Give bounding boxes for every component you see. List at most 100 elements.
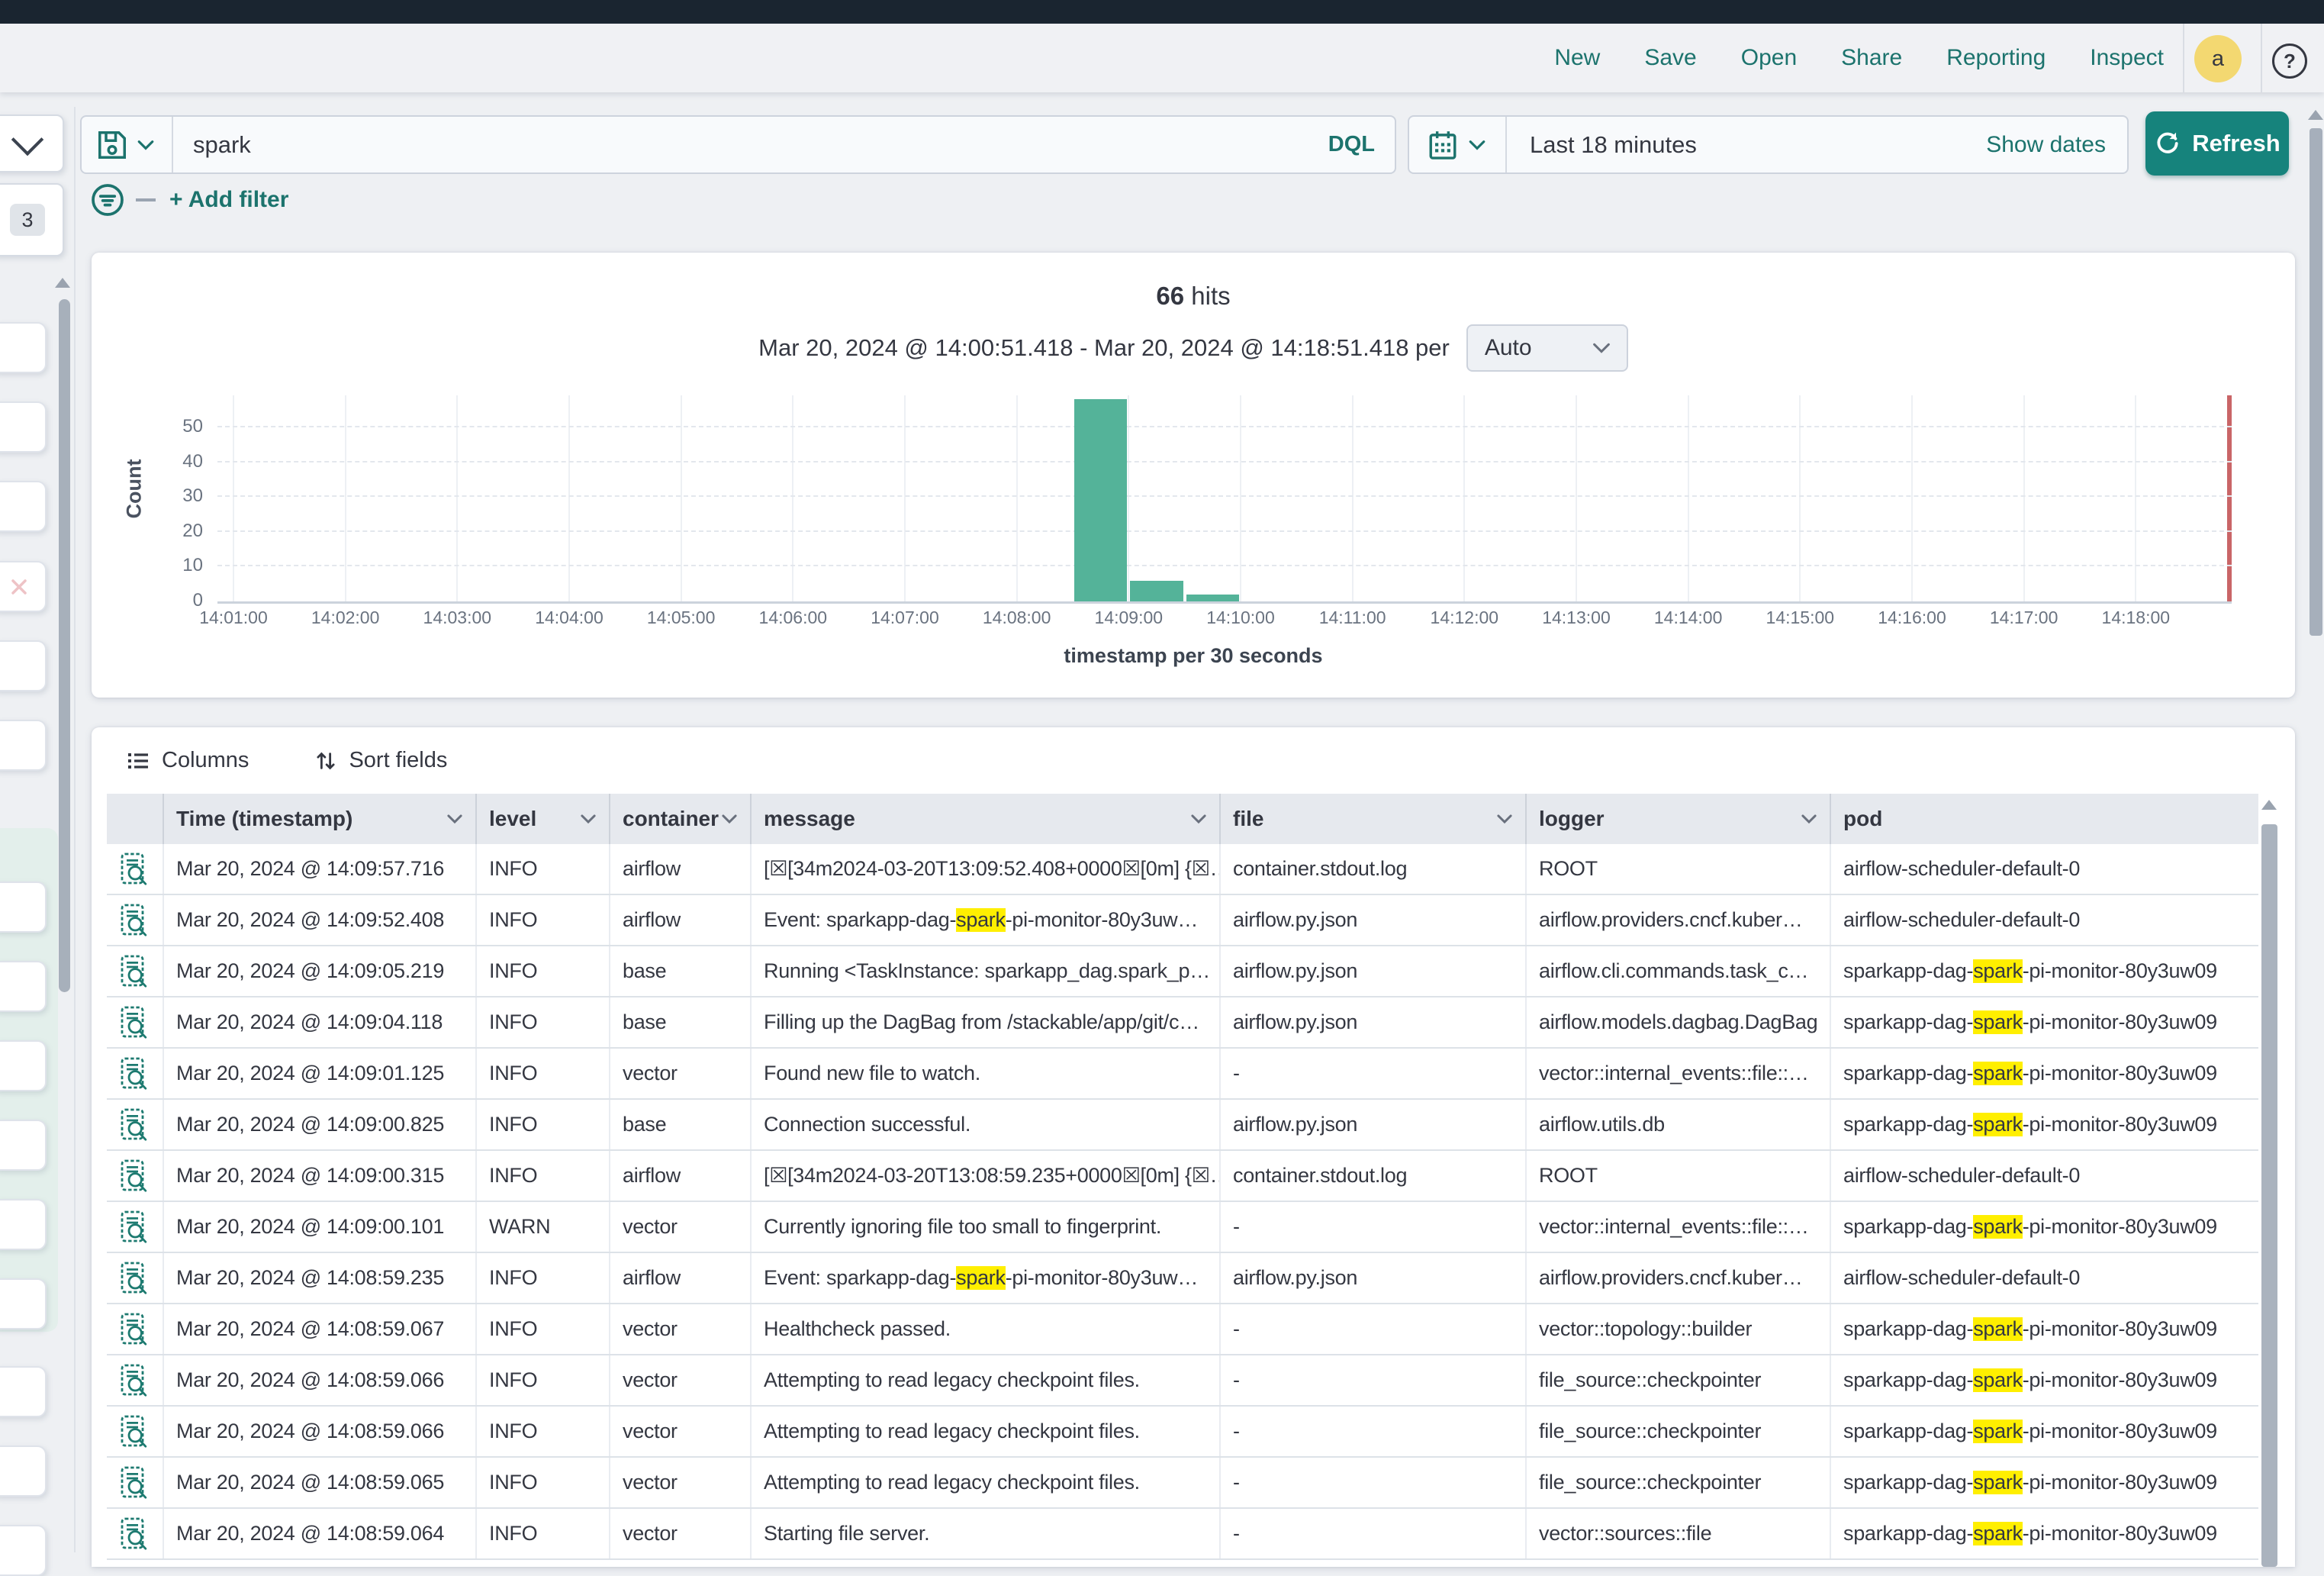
date-quick-select-button[interactable] xyxy=(1409,117,1507,172)
table-scrollbar-thumb[interactable] xyxy=(2261,824,2277,1567)
clipped-field-item[interactable] xyxy=(0,881,47,933)
scroll-up-icon[interactable] xyxy=(2308,110,2323,120)
columns-label: Columns xyxy=(162,748,249,773)
clipped-field-item[interactable] xyxy=(0,1120,47,1171)
table-header-row: Time (timestamp)levelcontainermessagefil… xyxy=(107,794,2258,844)
expand-document-icon[interactable] xyxy=(121,1057,150,1091)
column-menu[interactable] xyxy=(1495,809,1514,829)
column-menu[interactable] xyxy=(578,809,598,829)
filter-icon[interactable] xyxy=(90,182,125,218)
column-menu[interactable] xyxy=(1189,809,1209,829)
expand-document-icon[interactable] xyxy=(121,1517,150,1551)
sidebar-scrollbar[interactable] xyxy=(59,299,70,992)
expand-cell xyxy=(107,844,164,894)
interval-select[interactable]: Auto xyxy=(1466,324,1628,372)
expand-document-icon[interactable] xyxy=(121,904,150,937)
field-count-box[interactable]: 3 xyxy=(0,183,64,256)
clipped-field-item[interactable] xyxy=(0,640,47,691)
saved-query-menu-button[interactable] xyxy=(82,117,173,172)
cell-text: Found new file to watch. xyxy=(764,1062,980,1085)
clipped-field-item[interactable] xyxy=(0,1040,47,1091)
cell-level: INFO xyxy=(477,997,610,1047)
table-scrollbar[interactable] xyxy=(2258,794,2281,1567)
toolbar-menu-item-new[interactable]: New xyxy=(1554,45,1600,71)
clipped-field-item[interactable] xyxy=(0,322,47,373)
toolbar-menu-item-share[interactable]: Share xyxy=(1841,45,1902,71)
column-header-level[interactable]: level xyxy=(477,794,610,844)
cell-text: airflow-scheduler-default-0 xyxy=(1843,908,2080,932)
expand-document-icon[interactable] xyxy=(121,1159,150,1193)
histogram-bar[interactable] xyxy=(1074,399,1127,601)
clipped-field-item[interactable] xyxy=(0,1445,47,1497)
scroll-up-icon[interactable] xyxy=(55,278,70,288)
query-language-toggle[interactable]: DQL xyxy=(1328,132,1395,157)
clipped-field-item[interactable] xyxy=(0,1366,47,1417)
column-header-file[interactable]: file xyxy=(1221,794,1527,844)
clipped-field-item[interactable] xyxy=(0,401,47,453)
expand-document-icon[interactable] xyxy=(121,1262,150,1295)
column-header-time-timestamp-[interactable]: Time (timestamp) xyxy=(164,794,477,844)
cell-container: airflow xyxy=(610,895,752,945)
cell-file: airflow.py.json xyxy=(1221,1100,1527,1149)
help-icon[interactable]: ? xyxy=(2272,44,2307,79)
add-filter-button[interactable]: + Add filter xyxy=(169,187,288,213)
collapsed-panel-divider xyxy=(74,107,76,1552)
toolbar-menu-item-save[interactable]: Save xyxy=(1644,45,1696,71)
collapse-panel-button[interactable] xyxy=(0,114,64,172)
expand-document-icon[interactable] xyxy=(121,1108,150,1142)
cell-level: INFO xyxy=(477,1509,610,1558)
columns-button[interactable]: Columns xyxy=(126,748,249,773)
expand-document-icon[interactable] xyxy=(121,1415,150,1449)
column-header-container[interactable]: container xyxy=(610,794,752,844)
scroll-up-icon[interactable] xyxy=(2261,800,2277,810)
column-menu[interactable] xyxy=(1799,809,1819,829)
toolbar-menu-item-inspect[interactable]: Inspect xyxy=(2090,45,2164,71)
grid-line xyxy=(217,530,2232,532)
column-header-logger[interactable]: logger xyxy=(1527,794,1831,844)
clipped-field-item[interactable] xyxy=(0,481,47,532)
expand-cell xyxy=(107,1458,164,1507)
expand-document-icon[interactable] xyxy=(121,955,150,988)
histogram-bar[interactable] xyxy=(1130,581,1183,601)
cell-text: -pi-monitor-80y3uw09 xyxy=(2023,959,2217,983)
clipped-field-item[interactable] xyxy=(0,720,47,771)
expand-document-icon[interactable] xyxy=(121,1364,150,1397)
search-input[interactable]: spark xyxy=(173,131,1328,159)
column-header-message[interactable]: message xyxy=(752,794,1221,844)
page-scrollbar[interactable] xyxy=(2307,107,2324,1552)
clipped-field-item[interactable] xyxy=(0,1199,47,1250)
show-dates-button[interactable]: Show dates xyxy=(1986,132,2127,158)
grid-line xyxy=(217,426,2232,427)
expand-cell xyxy=(107,997,164,1047)
clipped-field-item[interactable] xyxy=(0,1278,47,1329)
expand-document-icon[interactable] xyxy=(121,1210,150,1244)
expand-document-icon[interactable] xyxy=(121,1466,150,1500)
expand-document-icon[interactable] xyxy=(121,1313,150,1346)
clipped-field-item[interactable] xyxy=(0,961,47,1012)
column-menu[interactable] xyxy=(719,809,739,829)
clipped-field-item[interactable] xyxy=(0,1525,47,1576)
sort-fields-button[interactable]: Sort fields xyxy=(314,748,447,773)
cell-text: Attempting to read legacy checkpoint fil… xyxy=(764,1368,1140,1392)
column-header-pod[interactable]: pod xyxy=(1831,794,2258,844)
expand-document-icon[interactable] xyxy=(121,1006,150,1039)
toolbar-menu-item-reporting[interactable]: Reporting xyxy=(1946,45,2046,71)
y-axis: 01020304050 xyxy=(137,253,203,698)
toolbar-menu-item-open[interactable]: Open xyxy=(1741,45,1797,71)
global-header-bar xyxy=(0,0,2324,24)
clipped-field-item[interactable] xyxy=(0,561,47,612)
expand-document-icon[interactable] xyxy=(121,852,150,886)
table-row: Mar 20, 2024 @ 14:08:59.066INFOvectorAtt… xyxy=(107,1407,2258,1458)
refresh-icon xyxy=(2154,130,2181,157)
cell-message: Running <TaskInstance: sparkapp_dag.spar… xyxy=(752,946,1221,996)
x-axis-tick: 14:03:00 xyxy=(400,608,514,628)
page-scrollbar-thumb[interactable] xyxy=(2310,128,2322,636)
time-range-value[interactable]: Last 18 minutes xyxy=(1507,131,1986,159)
cell-time: Mar 20, 2024 @ 14:09:04.118 xyxy=(164,997,477,1047)
cell-pod: airflow-scheduler-default-0 xyxy=(1831,844,2258,894)
refresh-button[interactable]: Refresh xyxy=(2145,111,2289,176)
user-avatar[interactable]: a xyxy=(2194,35,2242,82)
histogram-bar[interactable] xyxy=(1186,595,1239,601)
x-axis-tick: 14:06:00 xyxy=(736,608,850,628)
column-menu[interactable] xyxy=(445,809,465,829)
